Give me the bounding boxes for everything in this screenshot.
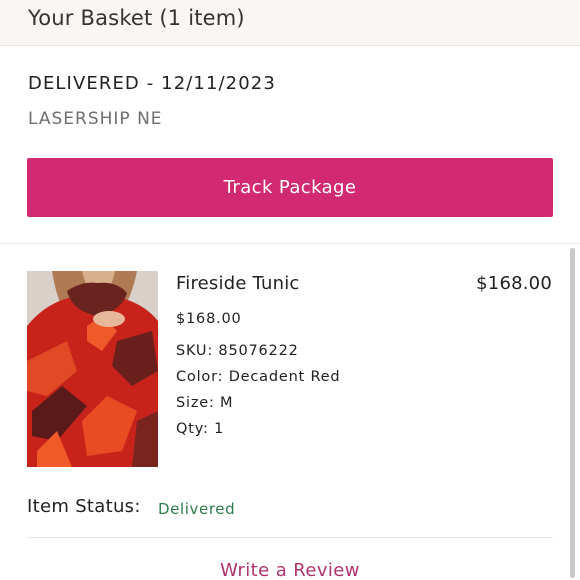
item-color: Color: Decadent Red bbox=[176, 369, 341, 385]
item-sku: SKU: 85076222 bbox=[176, 343, 299, 359]
section-divider bbox=[0, 243, 580, 244]
item-size: Size: M bbox=[176, 395, 234, 411]
item-status-value: Delivered bbox=[158, 500, 236, 518]
carrier-name: LASERSHIP NE bbox=[28, 109, 163, 129]
item-unit-price: $168.00 bbox=[176, 311, 242, 327]
item-quantity: Qty: 1 bbox=[176, 421, 225, 437]
item-name[interactable]: Fireside Tunic bbox=[176, 273, 300, 294]
basket-title: Your Basket (1 item) bbox=[28, 6, 245, 30]
basket-header: Your Basket (1 item) bbox=[0, 0, 580, 46]
write-review-link[interactable]: Write a Review bbox=[0, 560, 580, 580]
item-status-label: Item Status: bbox=[27, 496, 141, 517]
delivery-status: DELIVERED - 12/11/2023 bbox=[28, 73, 276, 94]
sweater-photo-icon bbox=[27, 271, 158, 467]
scrollbar[interactable] bbox=[570, 248, 575, 578]
order-details-page: Your Basket (1 item) DELIVERED - 12/11/2… bbox=[0, 0, 580, 580]
review-divider bbox=[27, 537, 553, 538]
track-package-button[interactable]: Track Package bbox=[27, 158, 553, 217]
item-total-price: $168.00 bbox=[476, 273, 552, 294]
product-image[interactable] bbox=[27, 271, 158, 467]
